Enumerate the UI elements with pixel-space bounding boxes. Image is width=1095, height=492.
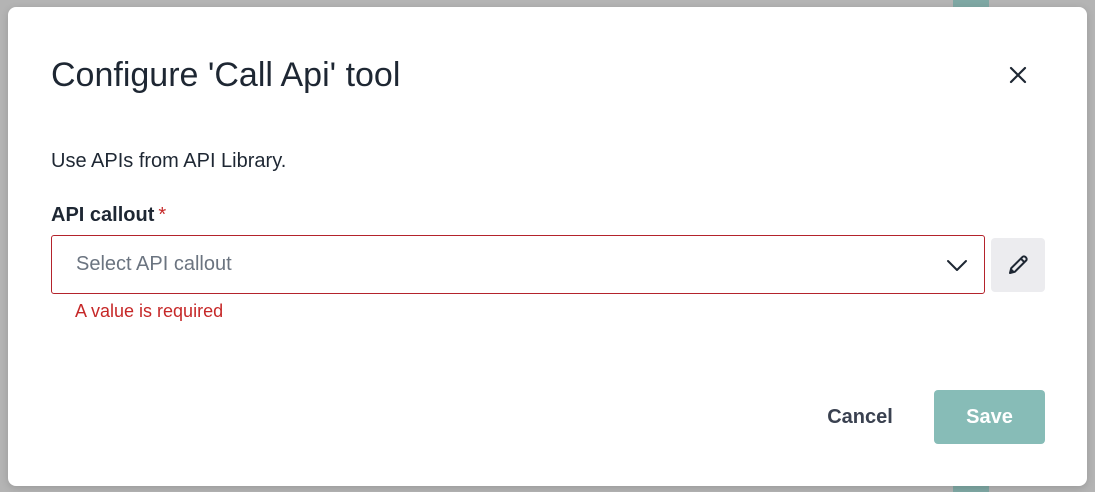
edit-api-callout-button[interactable] [991, 238, 1045, 292]
close-icon [1009, 66, 1027, 84]
dialog-description: Use APIs from API Library. [51, 150, 287, 172]
save-button[interactable]: Save [934, 390, 1045, 444]
cancel-button[interactable]: Cancel [808, 390, 912, 444]
api-callout-label: API callout * [51, 203, 166, 227]
configure-tool-dialog: Configure 'Call Api' tool Use APIs from … [8, 7, 1087, 486]
validation-error-message: A value is required [75, 301, 224, 321]
api-callout-select[interactable]: Select API callout [51, 235, 985, 294]
chevron-down-icon [947, 260, 967, 271]
required-marker: * [158, 204, 167, 226]
api-callout-label-text: API callout [51, 204, 155, 226]
close-button[interactable] [1002, 59, 1034, 91]
pencil-icon [1009, 255, 1028, 274]
dialog-title: Configure 'Call Api' tool [51, 56, 401, 94]
select-placeholder: Select API callout [76, 253, 232, 275]
